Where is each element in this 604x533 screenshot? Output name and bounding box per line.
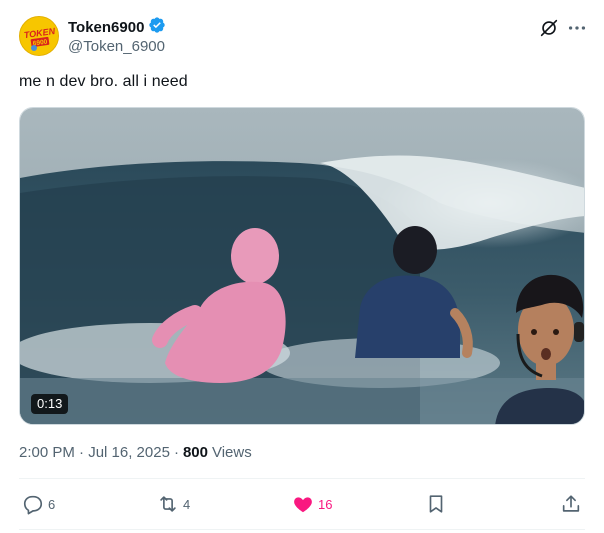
divider-bottom xyxy=(19,529,585,530)
divider-top xyxy=(19,478,585,479)
tweet-timestamp[interactable]: 2:00 PM · Jul 16, 2025 xyxy=(19,444,170,461)
grok-icon xyxy=(540,19,558,37)
reply-icon xyxy=(23,495,43,515)
reply-button[interactable]: 6 xyxy=(22,493,55,515)
like-count: 16 xyxy=(318,496,333,512)
reply-count: 6 xyxy=(48,496,56,512)
heart-icon xyxy=(294,497,312,513)
like-button[interactable]: 16 xyxy=(292,493,332,515)
tweet-video[interactable] xyxy=(19,107,585,425)
repost-icon xyxy=(160,496,176,512)
video-frame-image xyxy=(20,108,584,424)
meta-separator: · xyxy=(173,444,179,461)
bookmark-button[interactable] xyxy=(425,493,447,515)
tweet-text: me n dev bro. all i need xyxy=(19,73,188,90)
author-avatar[interactable]: TOKEN 6900 xyxy=(19,16,59,56)
share-icon xyxy=(562,495,580,512)
more-options-button[interactable] xyxy=(566,17,588,39)
video-duration-badge: 0:13 xyxy=(31,394,69,414)
repost-count: 4 xyxy=(183,496,191,512)
avatar-logo: TOKEN 6900 xyxy=(20,17,58,55)
repost-button[interactable]: 4 xyxy=(157,493,190,515)
more-options-icon xyxy=(568,26,586,30)
views-label: Views xyxy=(211,444,252,461)
verified-badge-icon xyxy=(148,16,166,39)
bookmark-icon xyxy=(429,495,443,513)
views-count: 800 xyxy=(182,444,208,461)
author-handle[interactable]: @Token_6900 xyxy=(68,38,165,55)
grok-button[interactable] xyxy=(538,17,560,39)
share-button[interactable] xyxy=(560,493,582,515)
tweet-card: TOKEN 6900 Token6900 @Token_6900 me n de… xyxy=(0,0,604,533)
author-name-row[interactable]: Token6900 xyxy=(68,16,166,39)
author-display-name[interactable]: Token6900 xyxy=(68,19,144,36)
tweet-meta: 2:00 PM · Jul 16, 2025 · 800 Views xyxy=(19,444,252,461)
